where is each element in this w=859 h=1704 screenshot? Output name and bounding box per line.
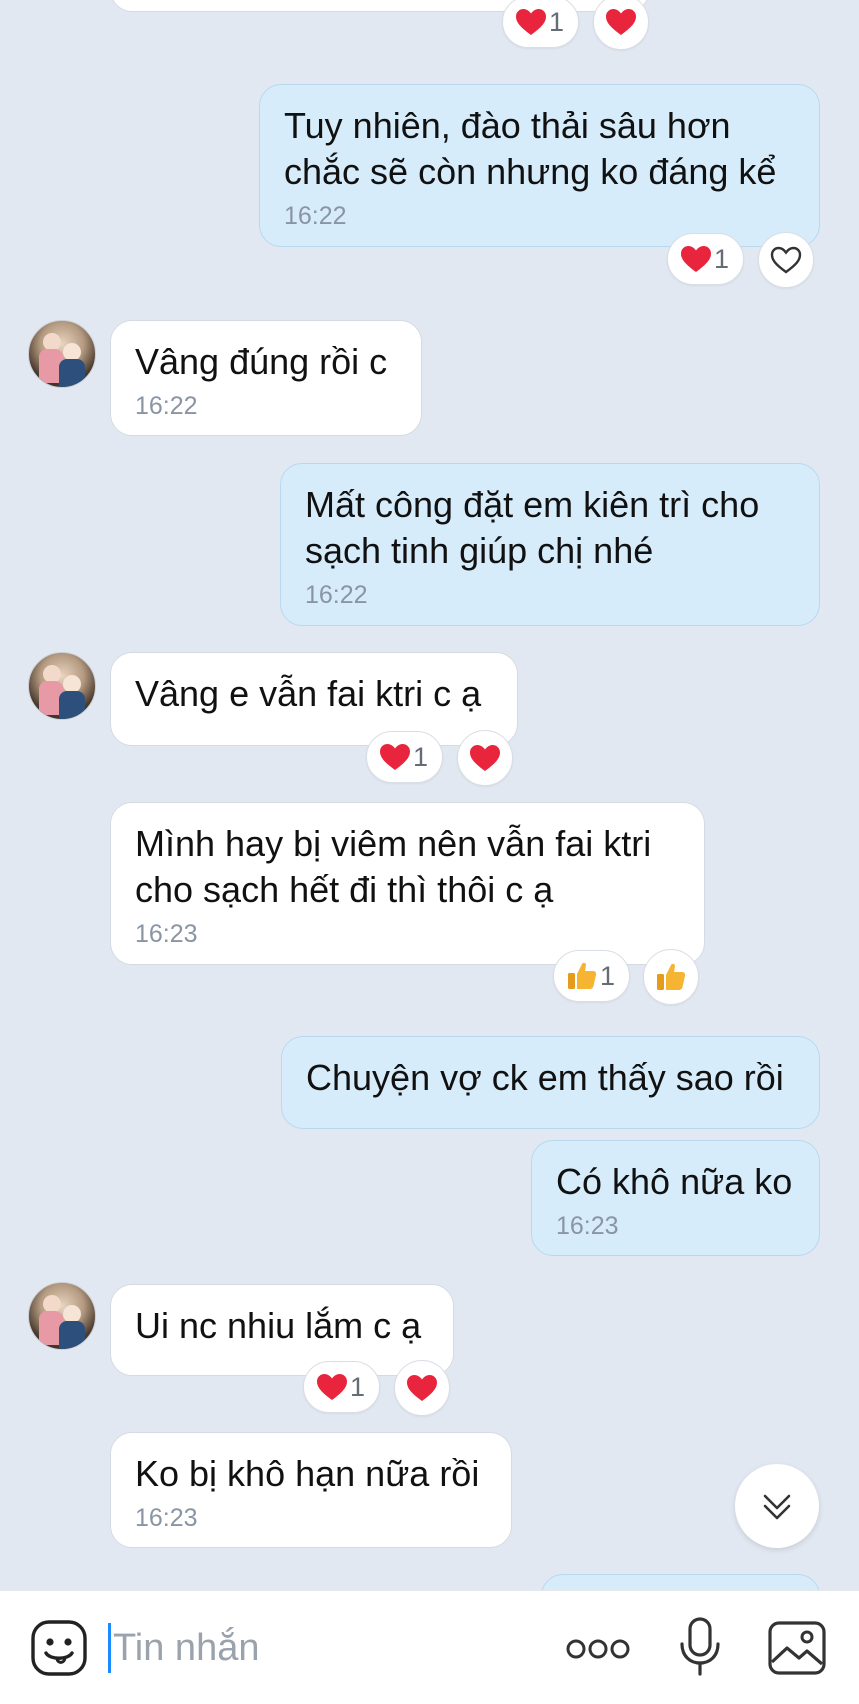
heart-icon bbox=[606, 9, 636, 35]
heart-icon bbox=[470, 745, 500, 771]
image-button[interactable] bbox=[764, 1617, 830, 1679]
message-bubble-outgoing[interactable]: Có khô nữa ko 16:23 bbox=[531, 1140, 820, 1256]
message-text-line: Mất công đặt em kiên trì cho bbox=[305, 484, 760, 525]
thumbs-up-icon bbox=[657, 963, 686, 990]
sticker-button[interactable] bbox=[28, 1617, 90, 1679]
message-bubble-outgoing[interactable]: Mất công đặt em kiên trì cho sạch tinh g… bbox=[280, 463, 820, 626]
heart-icon bbox=[317, 1374, 347, 1400]
message-input[interactable]: Tin nhắn bbox=[108, 1623, 259, 1673]
more-dots-icon bbox=[566, 1639, 630, 1659]
message-time: 16:23 bbox=[556, 1212, 619, 1240]
heart-icon bbox=[407, 1375, 437, 1401]
reaction-count: 1 bbox=[413, 741, 429, 772]
message-bubble-incoming[interactable]: Vâng đúng rồi c 16:22 bbox=[110, 320, 422, 436]
heart-icon bbox=[681, 246, 711, 272]
react-heart-button[interactable] bbox=[457, 730, 513, 786]
heart-icon bbox=[516, 9, 546, 35]
reaction-count: 1 bbox=[600, 960, 616, 991]
message-input-placeholder: Tin nhắn bbox=[113, 1627, 260, 1669]
text-caret bbox=[108, 1623, 111, 1673]
message-text-line: Ui nc nhiu lắm c ạ bbox=[135, 1305, 422, 1346]
message-time: 16:23 bbox=[135, 920, 198, 948]
heart-outline-icon bbox=[770, 246, 802, 274]
react-heart-button[interactable] bbox=[593, 0, 649, 50]
react-heart-button[interactable] bbox=[394, 1360, 450, 1416]
message-text-line: Chuyện vợ ck em thấy sao rồi bbox=[306, 1057, 784, 1098]
image-icon bbox=[768, 1621, 826, 1675]
more-options-button[interactable] bbox=[562, 1631, 634, 1667]
reaction-count: 1 bbox=[714, 243, 730, 274]
message-bubble-incoming[interactable]: Ui nc nhiu lắm c ạ bbox=[110, 1284, 454, 1376]
message-text-line: sạch tinh giúp chị nhé bbox=[305, 530, 654, 571]
avatar[interactable] bbox=[28, 1282, 96, 1350]
reaction-count-heart[interactable]: 1 bbox=[366, 731, 444, 783]
thumbs-up-icon bbox=[568, 962, 597, 989]
reaction-count: 1 bbox=[549, 6, 565, 37]
react-thumbs-up-button[interactable] bbox=[643, 949, 699, 1005]
message-text-line: Có khô nữa ko bbox=[556, 1161, 793, 1202]
message-text-line: Vâng e vẫn fai ktri c ạ bbox=[135, 673, 482, 714]
message-time: 16:22 bbox=[305, 581, 368, 609]
message-text-line: Tuy nhiên, đào thải sâu hơn bbox=[284, 105, 731, 146]
avatar[interactable] bbox=[28, 320, 96, 388]
microphone-icon bbox=[680, 1617, 720, 1676]
message-time: 16:22 bbox=[284, 202, 347, 230]
message-bubble-partial[interactable] bbox=[541, 1574, 820, 1590]
message-bubble-incoming[interactable]: Ko bị khô hạn nữa rồi 16:23 bbox=[110, 1432, 512, 1548]
message-bubble-incoming[interactable]: Mình hay bị viêm nên vẫn fai ktri cho sạ… bbox=[110, 802, 705, 965]
message-time: 16:22 bbox=[135, 392, 198, 420]
reaction-count-heart[interactable]: 1 bbox=[667, 233, 745, 285]
reaction-count-thumbs-up[interactable]: 1 bbox=[553, 950, 631, 1002]
message-bubble-outgoing[interactable]: Tuy nhiên, đào thải sâu hơn chắc sẽ còn … bbox=[259, 84, 820, 247]
voice-message-button[interactable] bbox=[670, 1615, 730, 1679]
message-bubble-incoming[interactable]: Vâng e vẫn fai ktri c ạ bbox=[110, 652, 518, 746]
heart-icon bbox=[380, 744, 410, 770]
message-text-line: cho sạch hết đi thì thôi c ạ bbox=[135, 869, 554, 910]
react-heart-button[interactable] bbox=[758, 232, 814, 288]
avatar[interactable] bbox=[28, 652, 96, 720]
message-text-line: Ko bị khô hạn nữa rồi bbox=[135, 1453, 480, 1494]
reaction-count: 1 bbox=[350, 1371, 366, 1402]
message-text-line: chắc sẽ còn nhưng ko đáng kể bbox=[284, 151, 777, 192]
emoji-icon bbox=[31, 1620, 87, 1676]
reaction-count-heart[interactable]: 1 bbox=[502, 0, 580, 48]
scroll-to-bottom-button[interactable] bbox=[735, 1464, 819, 1548]
double-chevron-down-icon bbox=[763, 1494, 791, 1520]
message-composer: Tin nhắn bbox=[0, 1590, 859, 1704]
message-text-line: Mình hay bị viêm nên vẫn fai ktri bbox=[135, 823, 652, 864]
reaction-count-heart[interactable]: 1 bbox=[303, 1361, 381, 1413]
message-time: 16:23 bbox=[135, 1504, 198, 1532]
message-bubble-outgoing[interactable]: Chuyện vợ ck em thấy sao rồi bbox=[281, 1036, 820, 1129]
message-text-line: Vâng đúng rồi c bbox=[135, 341, 388, 382]
chat-area[interactable]: 1 Tuy nhiên, đào thải sâu hơn chắc sẽ cò… bbox=[0, 0, 859, 1590]
